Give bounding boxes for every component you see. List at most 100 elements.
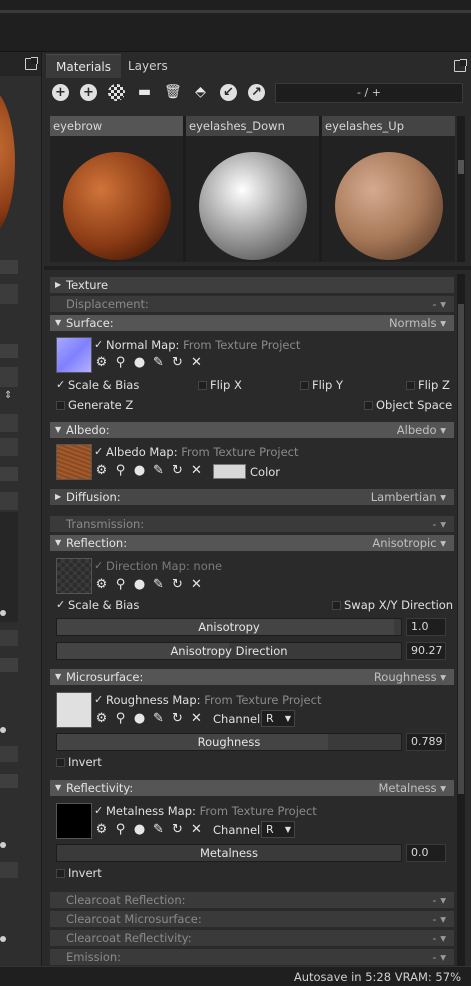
metalness-slider[interactable]: Metalness xyxy=(56,844,402,862)
tab-materials[interactable]: Materials xyxy=(46,54,122,78)
anisotropy-value[interactable]: 1.0 xyxy=(406,618,446,636)
search-icon[interactable]: ⚲ xyxy=(111,464,130,478)
section-transmission[interactable]: Transmission: - ▾ xyxy=(50,516,454,532)
anisotropy-direction-slider[interactable]: Anisotropy Direction xyxy=(56,642,402,660)
eyedropper-icon[interactable]: ● xyxy=(130,578,149,592)
section-mode-dropdown[interactable]: - ▾ xyxy=(432,892,446,908)
pencil-icon[interactable]: ✎ xyxy=(149,712,168,726)
close-icon[interactable]: ✕ xyxy=(187,823,206,837)
roughness-map-swatch[interactable] xyxy=(56,692,92,728)
eyedropper-icon[interactable]: ● xyxy=(130,356,149,370)
roughness-slider[interactable]: Roughness xyxy=(56,733,402,751)
section-microsurface[interactable]: ▼ Microsurface: Roughness ▾ xyxy=(50,669,454,685)
section-diffusion[interactable]: ▶ Diffusion: Lambertian ▾ xyxy=(50,489,454,505)
duplicate-material-icon[interactable]: + xyxy=(80,84,97,101)
section-displacement[interactable]: Displacement: - ▾ xyxy=(50,296,454,312)
thumbnail-scrollbar[interactable] xyxy=(457,116,465,262)
refresh-icon[interactable]: ↻ xyxy=(168,464,187,478)
channel-select[interactable]: R xyxy=(261,710,295,727)
search-icon[interactable]: ⚲ xyxy=(111,578,130,592)
section-clearcoat-reflectivity[interactable]: Clearcoat Reflectivity: - ▾ xyxy=(50,930,454,946)
section-mode-dropdown[interactable]: Albedo ▾ xyxy=(397,422,446,438)
tab-layers[interactable]: Layers xyxy=(118,54,178,78)
search-icon[interactable]: ⚲ xyxy=(111,712,130,726)
section-emission[interactable]: Emission: - ▾ xyxy=(50,949,454,965)
gear-icon[interactable]: ⚙ xyxy=(92,356,111,370)
invert-checkbox[interactable] xyxy=(56,758,65,767)
close-icon[interactable]: ✕ xyxy=(187,356,206,370)
material-pager[interactable]: - / + xyxy=(275,83,463,103)
section-reflectivity[interactable]: ▼ Reflectivity: Metalness ▾ xyxy=(50,780,454,796)
refresh-icon[interactable]: ↻ xyxy=(168,356,187,370)
section-mode-dropdown[interactable]: - ▾ xyxy=(432,930,446,946)
section-mode-dropdown[interactable]: - ▾ xyxy=(432,911,446,927)
refresh-icon[interactable]: ↻ xyxy=(168,823,187,837)
section-mode-dropdown[interactable]: Roughness ▾ xyxy=(374,669,446,685)
generate-z-checkbox[interactable] xyxy=(56,401,65,410)
channel-select[interactable]: R xyxy=(261,821,295,838)
close-icon[interactable]: ✕ xyxy=(187,712,206,726)
link-icon[interactable]: ↗ xyxy=(248,84,265,101)
anisotropy-direction-value[interactable]: 90.27 xyxy=(406,642,446,660)
check-icon[interactable]: ✓ xyxy=(56,379,66,390)
section-mode-dropdown[interactable]: Normals ▾ xyxy=(389,315,446,331)
flip-x-checkbox[interactable] xyxy=(198,381,207,390)
scroll-knob[interactable] xyxy=(458,160,464,174)
material-thumb-eyelashes-up[interactable]: eyelashes_Up xyxy=(322,116,455,262)
albedo-map-swatch[interactable] xyxy=(56,444,92,480)
pencil-icon[interactable]: ✎ xyxy=(149,356,168,370)
spinner-icon[interactable]: ⇕ xyxy=(4,390,12,401)
section-mode-dropdown[interactable]: - ▾ xyxy=(432,516,446,532)
section-texture[interactable]: ▶ Texture xyxy=(50,277,454,293)
close-icon[interactable]: ✕ xyxy=(187,464,206,478)
eyedropper-icon[interactable]: ● xyxy=(130,712,149,726)
section-albedo[interactable]: ▼ Albedo: Albedo ▾ xyxy=(50,422,454,438)
flip-y-checkbox[interactable] xyxy=(300,381,309,390)
popout-icon[interactable] xyxy=(454,59,467,72)
checker-icon[interactable] xyxy=(108,84,125,101)
scroll-knob[interactable] xyxy=(458,304,464,794)
gear-icon[interactable]: ⚙ xyxy=(92,823,111,837)
section-mode-dropdown[interactable]: Anisotropic ▾ xyxy=(372,535,446,551)
anisotropy-slider[interactable]: Anisotropy xyxy=(56,618,402,636)
gear-icon[interactable]: ⚙ xyxy=(92,464,111,478)
object-space-checkbox[interactable] xyxy=(364,401,373,410)
check-icon[interactable]: ✓ xyxy=(94,339,104,350)
metalness-value[interactable]: 0.0 xyxy=(406,844,446,862)
import-icon[interactable]: ⬘ xyxy=(192,84,209,101)
check-icon[interactable]: ✓ xyxy=(94,694,104,705)
trash-icon[interactable]: 🗑 xyxy=(164,84,182,101)
properties-scrollbar[interactable] xyxy=(457,274,465,966)
material-thumb-eyelashes-down[interactable]: eyelashes_Down xyxy=(186,116,319,262)
roughness-value[interactable]: 0.789 xyxy=(406,733,446,751)
add-material-icon[interactable]: + xyxy=(52,84,69,101)
section-mode-dropdown[interactable]: - ▾ xyxy=(432,296,446,312)
metalness-map-swatch[interactable] xyxy=(56,803,92,839)
check-icon[interactable]: ✓ xyxy=(56,599,66,610)
section-clearcoat-microsurface[interactable]: Clearcoat Microsurface: - ▾ xyxy=(50,911,454,927)
eyedropper-icon[interactable]: ● xyxy=(130,823,149,837)
normal-map-swatch[interactable] xyxy=(56,337,92,373)
export-icon[interactable]: ↙ xyxy=(220,84,237,101)
albedo-color-button[interactable] xyxy=(213,464,246,479)
section-clearcoat-reflection[interactable]: Clearcoat Reflection: - ▾ xyxy=(50,892,454,908)
invert-checkbox[interactable] xyxy=(56,869,65,878)
search-icon[interactable]: ⚲ xyxy=(111,356,130,370)
pencil-icon[interactable]: ✎ xyxy=(149,823,168,837)
search-icon[interactable]: ⚲ xyxy=(111,823,130,837)
eyedropper-icon[interactable]: ● xyxy=(130,464,149,478)
check-icon[interactable]: ✓ xyxy=(94,560,104,571)
refresh-icon[interactable]: ↻ xyxy=(168,578,187,592)
material-thumb-eyebrow[interactable]: eyebrow xyxy=(50,116,183,262)
pencil-icon[interactable]: ✎ xyxy=(149,464,168,478)
folder-icon[interactable]: ▬ xyxy=(136,84,153,101)
check-icon[interactable]: ✓ xyxy=(94,805,104,816)
check-icon[interactable]: ✓ xyxy=(94,446,104,457)
section-mode-dropdown[interactable]: - ▾ xyxy=(432,949,446,965)
pencil-icon[interactable]: ✎ xyxy=(149,578,168,592)
gear-icon[interactable]: ⚙ xyxy=(92,578,111,592)
close-icon[interactable]: ✕ xyxy=(187,578,206,592)
direction-map-swatch[interactable] xyxy=(56,558,92,594)
section-reflection[interactable]: ▼ Reflection: Anisotropic ▾ xyxy=(50,535,454,551)
refresh-icon[interactable]: ↻ xyxy=(168,712,187,726)
